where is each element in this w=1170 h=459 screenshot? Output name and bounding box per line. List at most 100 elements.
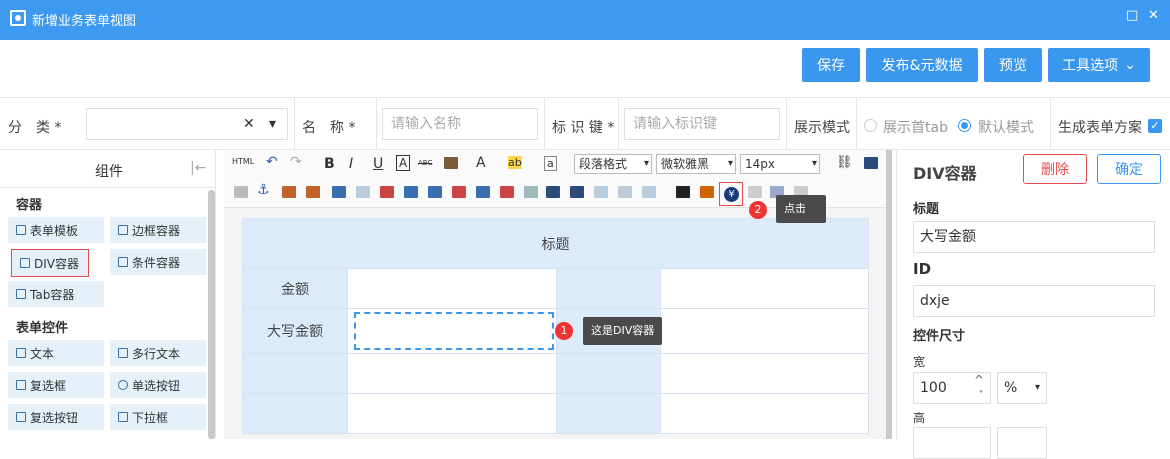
col-props-icon[interactable] (594, 186, 608, 198)
editor-scrollbar[interactable] (886, 150, 892, 439)
clear-icon[interactable]: ✕ (243, 109, 255, 139)
category-select[interactable]: ✕ ▾ (86, 108, 288, 140)
component-panel: 组件 |← 容器 表单模板 边框容器 DIV容器 条件容器 Tab容器 表单控件… (0, 150, 216, 439)
component-tab-container[interactable]: Tab容器 (8, 281, 104, 307)
table-cell[interactable] (555, 268, 661, 309)
table-icon[interactable] (356, 186, 370, 198)
div-container-placeholder[interactable] (354, 312, 554, 350)
component-form-template[interactable]: 表单模板 (8, 217, 104, 243)
bold-button[interactable]: B (324, 156, 335, 172)
image-icon[interactable] (282, 186, 296, 198)
table-cell[interactable] (555, 353, 661, 394)
link-icon[interactable]: ⛓ (836, 155, 853, 170)
grid-icon[interactable] (642, 186, 656, 198)
preview-button[interactable]: 预览 (984, 48, 1042, 82)
table-cell[interactable] (347, 268, 557, 309)
font-border-button[interactable]: A (396, 155, 411, 171)
insert-col-icon[interactable] (404, 186, 418, 198)
component-div-container[interactable]: DIV容器 (11, 249, 89, 277)
amount-label-cell[interactable]: 金额 (242, 268, 348, 309)
html-button[interactable]: HTML (232, 157, 254, 166)
table-cell[interactable] (659, 393, 869, 434)
split-cells-icon[interactable] (500, 186, 514, 198)
panel-scrollbar[interactable] (208, 190, 215, 439)
table-cell[interactable] (659, 353, 869, 394)
search-icon[interactable] (676, 186, 690, 198)
key-input[interactable]: 请输入标识键 (624, 108, 780, 140)
component-check-button[interactable]: 复选按钮 (8, 404, 104, 430)
name-input[interactable]: 请输入名称 (382, 108, 538, 140)
delete-button[interactable]: 删除 (1023, 154, 1087, 184)
small-font-button[interactable]: a (544, 156, 557, 171)
option-first-tab-label: 展示首tab (883, 120, 948, 136)
component-dropdown[interactable]: 下拉框 (110, 404, 206, 430)
divider (618, 98, 619, 150)
height-number-input[interactable] (913, 427, 991, 459)
table-title-cell[interactable]: 标题 (242, 218, 869, 269)
table-cell[interactable] (659, 268, 869, 309)
uppercase-amount-button[interactable]: ¥ (719, 182, 743, 206)
delete-col-icon[interactable] (476, 186, 490, 198)
font-family-select[interactable]: 微软雅黑 (656, 154, 736, 174)
table-cell[interactable] (659, 308, 869, 354)
confirm-button[interactable]: 确定 (1097, 154, 1161, 184)
paste-format-icon[interactable] (444, 157, 458, 169)
font-size-select[interactable]: 14px (740, 154, 820, 174)
width-number-input[interactable]: 100 ^ ˇ (913, 372, 991, 404)
caret-down-icon: ▾ (1034, 382, 1040, 393)
anchor-icon[interactable]: ⚓ (257, 182, 270, 198)
component-panel-header: 组件 |← (0, 150, 216, 188)
table-cell[interactable] (347, 393, 557, 434)
insert-row-icon[interactable] (380, 186, 394, 198)
delete-row-icon[interactable] (452, 186, 466, 198)
tools-dropdown-button[interactable]: 工具选项 ⌄ (1048, 48, 1150, 82)
image-gallery-icon[interactable] (306, 186, 320, 198)
component-condition-container[interactable]: 条件容器 (110, 249, 206, 275)
component-radio[interactable]: 单选按钮 (110, 372, 206, 398)
width-unit-select[interactable]: % ▾ (997, 372, 1047, 404)
chevron-down-icon: ⌄ (1124, 57, 1136, 73)
maximize-icon[interactable]: □ (1126, 8, 1138, 23)
radio-default-mode[interactable] (958, 119, 971, 132)
italic-button[interactable]: I (349, 156, 353, 172)
title-input[interactable]: 大写金额 (913, 221, 1155, 253)
highlight-button[interactable]: ab (508, 156, 522, 169)
link-unlink-icon[interactable] (234, 186, 248, 198)
publish-button[interactable]: 发布&元数据 (866, 48, 978, 82)
attachment-icon[interactable] (332, 186, 346, 198)
table-cell[interactable] (555, 393, 661, 434)
strikethrough-button[interactable]: ABC (418, 159, 432, 167)
row-props-icon[interactable] (570, 186, 584, 198)
component-border-container[interactable]: 边框容器 (110, 217, 206, 243)
cell-props-icon[interactable] (524, 186, 538, 198)
controls-heading: 表单控件 (16, 321, 69, 336)
calendar-icon[interactable] (748, 186, 762, 198)
save-button[interactable]: 保存 (802, 48, 860, 82)
table-cell[interactable] (242, 393, 348, 434)
table-cell[interactable] (347, 353, 557, 394)
undo-icon[interactable]: ↶ (266, 154, 278, 170)
table-cell[interactable] (242, 353, 348, 394)
component-textarea[interactable]: 多行文本 (110, 340, 206, 366)
generate-checkbox[interactable]: ✓ (1148, 119, 1162, 133)
clipboard-icon[interactable] (700, 186, 714, 198)
close-icon[interactable]: ✕ (1148, 8, 1159, 23)
yuan-icon: ¥ (724, 187, 739, 202)
redo-icon[interactable]: ↷ (290, 154, 302, 170)
align-table-icon[interactable] (618, 186, 632, 198)
paragraph-select[interactable]: 段落格式 (574, 154, 652, 174)
table-props-icon[interactable] (546, 186, 560, 198)
height-unit-select[interactable] (997, 427, 1047, 459)
collapse-icon[interactable]: |← (190, 160, 206, 176)
component-checkbox[interactable]: 复选框 (8, 372, 104, 398)
radio-first-tab[interactable] (864, 119, 877, 132)
font-color-button[interactable]: A (476, 155, 486, 171)
component-text[interactable]: 文本 (8, 340, 104, 366)
stepper-down-icon[interactable]: ˇ (978, 381, 984, 411)
underline-button[interactable]: U (373, 156, 383, 172)
merge-cells-icon[interactable] (428, 186, 442, 198)
id-input[interactable]: dxje (913, 285, 1155, 317)
uppercase-amount-label-cell[interactable]: 大写金额 (242, 308, 348, 354)
monitor-icon[interactable] (864, 157, 878, 169)
text-icon (16, 348, 26, 358)
